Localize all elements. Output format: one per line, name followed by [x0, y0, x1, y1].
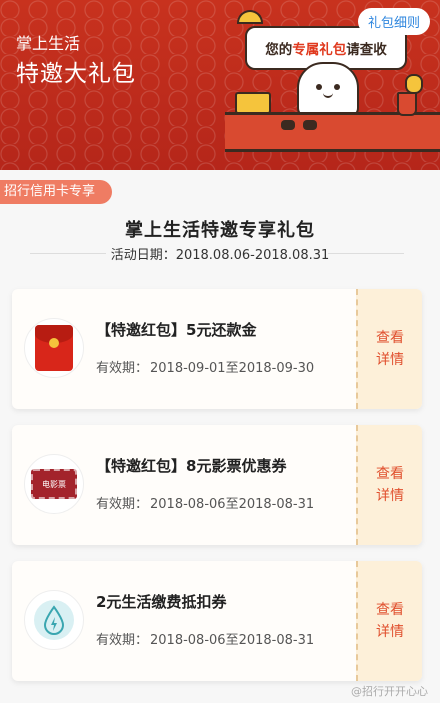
cup-icon: [397, 92, 417, 116]
view-details-label: 查看详情: [376, 466, 404, 504]
validity-range: 2018-09-01至2018-09-30: [150, 361, 315, 376]
coupon-name: 【特邀红包】8元影票优惠券: [96, 457, 287, 475]
coupon-card[interactable]: 【特邀红包】5元还款金 有效期： 2018-09-01至2018-09-30 查看…: [12, 289, 422, 409]
banner-subtitle: 掌上生活: [16, 34, 81, 53]
radio-icon: [235, 92, 271, 114]
coupon-icon-wrap: [24, 318, 84, 378]
view-details-label: 查看详情: [376, 330, 404, 368]
coupon-icon-wrap: 电影票: [24, 454, 84, 514]
coupon-card[interactable]: 2元生活缴费抵扣券 有效期： 2018-08-06至2018-08-31 查看详情: [12, 561, 422, 681]
movie-ticket-icon: 电影票: [31, 469, 77, 499]
view-details-button[interactable]: 查看详情: [356, 425, 422, 545]
umbrella-icon: [237, 10, 263, 24]
divider-left: [30, 253, 106, 254]
page-title: 掌上生活特邀专享礼包: [125, 220, 315, 241]
view-details-label: 查看详情: [376, 602, 404, 640]
table-illustration: [225, 112, 440, 152]
sunglasses-icon: [281, 120, 317, 130]
header-banner: 掌上生活 特邀大礼包 您的 专属礼包 请查收 礼包细则: [0, 0, 440, 170]
coupon-icon-wrap: [24, 590, 84, 650]
activity-date-row: 活动日期：2018.08.06-2018.08.31: [0, 244, 440, 263]
speech-prefix: 您的: [265, 42, 293, 58]
validity-range: 2018-08-06至2018-08-31: [150, 497, 315, 512]
ticket-text: 电影票: [42, 479, 66, 489]
coupon-name: 【特邀红包】5元还款金: [96, 321, 257, 339]
watermark: @招行开开心心: [351, 685, 428, 698]
coupon-name: 2元生活缴费抵扣券: [96, 593, 227, 611]
coupon-card[interactable]: 电影票 【特邀红包】8元影票优惠券 有效期： 2018-08-06至2018-08…: [12, 425, 422, 545]
validity-label: 有效期：: [96, 633, 149, 648]
activity-date: 活动日期：2018.08.06-2018.08.31: [110, 248, 330, 263]
validity-label: 有效期：: [96, 497, 149, 512]
credit-card-tag: 招行信用卡专享: [0, 180, 112, 204]
water-drop-icon: [34, 600, 74, 640]
view-details-button[interactable]: 查看详情: [356, 561, 422, 681]
speech-highlight: 专属礼包: [292, 42, 347, 58]
cat-mascot-icon: [297, 62, 359, 118]
validity-range: 2018-08-06至2018-08-31: [150, 633, 315, 648]
gift-rules-button[interactable]: 礼包细则: [357, 8, 430, 35]
speech-suffix: 请查收: [346, 42, 387, 58]
red-packet-icon: [35, 325, 73, 371]
validity-label: 有效期：: [96, 361, 149, 376]
coupon-validity: 有效期： 2018-09-01至2018-09-30: [96, 357, 316, 376]
banner-title: 特邀大礼包: [16, 61, 136, 87]
popcorn-icon: [405, 74, 423, 94]
view-details-button[interactable]: 查看详情: [356, 289, 422, 409]
divider-right: [328, 253, 404, 254]
coupon-validity: 有效期： 2018-08-06至2018-08-31: [96, 629, 316, 648]
coupon-validity: 有效期： 2018-08-06至2018-08-31: [96, 493, 316, 512]
